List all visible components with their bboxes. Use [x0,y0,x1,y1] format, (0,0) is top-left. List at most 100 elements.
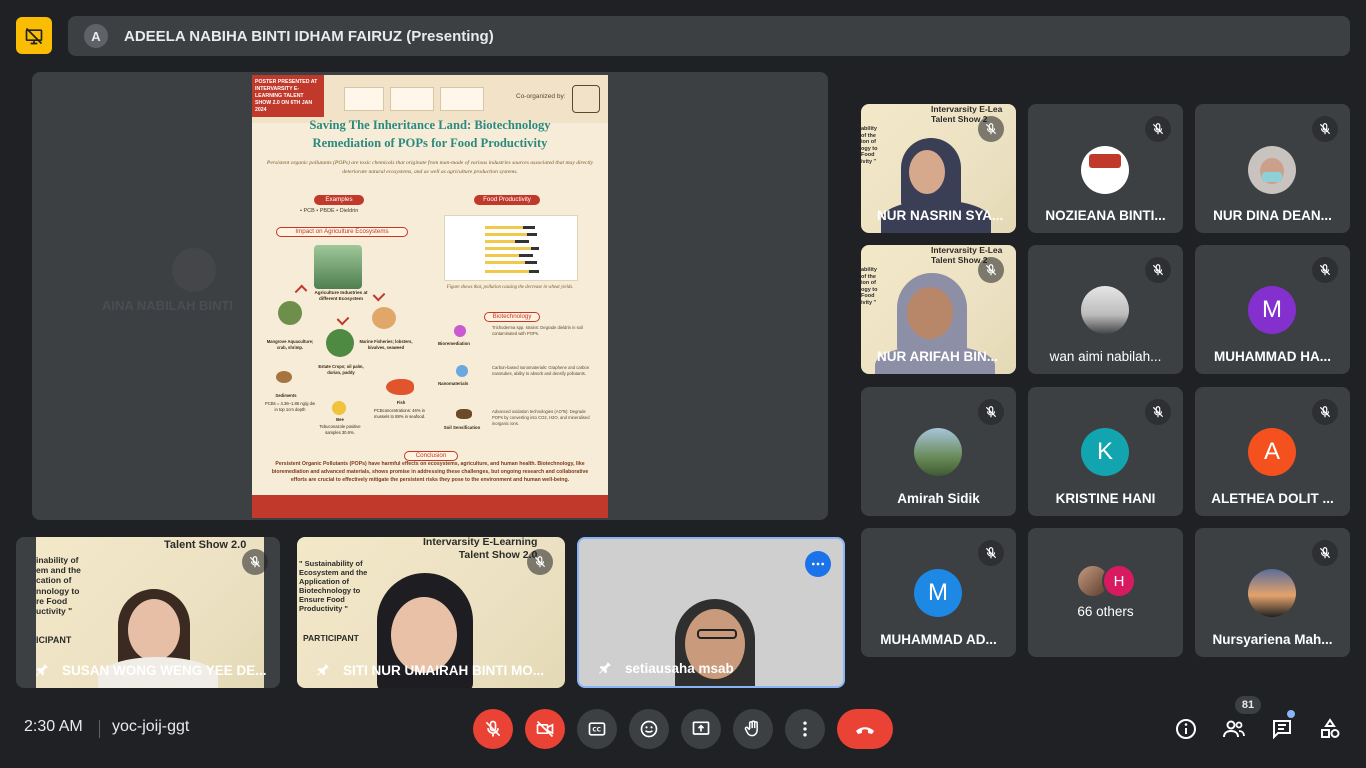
presenter-avatar: A [84,24,108,48]
presenter-name: ADEELA NABIHA BINTI IDHAM FAIRUZ (Presen… [124,27,494,45]
chat-button[interactable] [1266,713,1298,745]
more-options-toolbar-button[interactable] [785,709,825,749]
mic-off-icon [985,264,997,276]
info-icon [1176,719,1196,739]
participant-name: ALETHEA DOLIT ... [1211,491,1334,506]
estate-label: Estate Crops; oil palm, durian, paddy [318,364,364,375]
pin-icon[interactable] [597,660,613,676]
pinned-tile[interactable]: Intervarsity E-Learning Talent Show 2.0 … [297,537,565,688]
participant-avatar [1081,146,1129,194]
leave-call-button[interactable] [837,709,893,749]
mic-off-icon [1319,406,1331,418]
conclusion-text: Persistent Organic Pollutants (POPs) hav… [271,461,589,483]
pinned-tile[interactable]: Talent Show 2.0 inability of em and the … [16,537,280,688]
estate-illustration [326,329,354,357]
forest-label: Agriculture Industries at different Ecos… [314,290,368,302]
video-poster-side-text: inability of em and the cation of nnolog… [36,555,81,616]
mangrove-illustration [278,301,302,325]
mic-off-icon [485,720,501,737]
participant-name: KRISTINE HANI [1055,491,1156,506]
participant-name: MUHAMMAD HA... [1214,349,1331,364]
participant-name: Nursyariena Mah... [1212,632,1333,647]
mic-off-icon [985,123,997,135]
participant-tile[interactable]: NUR DINA DEAN... [1195,104,1350,233]
pin-icon[interactable] [34,662,50,678]
pinned-tile-speaking[interactable]: setiausaha msab [577,537,845,688]
people-icon [1223,720,1245,738]
participant-tile[interactable]: A ALETHEA DOLIT ... [1195,387,1350,516]
participant-avatar: K [1081,428,1129,476]
person-face [128,599,180,661]
fish-text: PCBconcentrations: 46% in mussels to 88%… [374,408,426,420]
mic-off-icon [1152,123,1164,135]
presentation-toggle-button[interactable] [16,17,52,54]
biotechnology-pill: Biotechnology [484,312,540,322]
participant-tile[interactable]: Nursyariena Mah... [1195,528,1350,657]
reactions-button[interactable] [629,709,669,749]
examples-list: • PCB • PBDE • Dieldrin [300,208,359,214]
others-count: 66 others [1077,604,1134,619]
nanomaterials-text: Carbon-based nanomaterials: Graphene and… [492,365,590,377]
soil-illustration [456,409,472,419]
person-face [391,597,457,673]
participant-name: SUSAN WONG WENG YEE DE... [62,663,267,678]
arrow-down [336,312,350,326]
participant-tile[interactable]: Amirah Sidik [861,387,1016,516]
present-off-icon [25,27,43,44]
participant-name: SITI NUR UMAIRAH BINTI MO... [343,663,544,678]
people-count-badge: 81 [1235,696,1261,714]
participant-avatar [914,428,962,476]
emoji-icon [640,720,658,738]
mic-off-indicator [1312,540,1338,566]
raise-hand-button[interactable] [733,709,773,749]
participant-avatar: M [1248,286,1296,334]
others-tile[interactable]: H 66 others [1028,528,1183,657]
mic-toggle-button[interactable] [473,709,513,749]
meeting-details-button[interactable] [1170,713,1202,745]
sediments-label: Sediments [275,393,297,398]
activities-button[interactable] [1314,713,1346,745]
participant-tile[interactable]: Intervarsity E-Lea Talent Show 2 ability… [861,245,1016,374]
participant-tile[interactable]: NOZIEANA BINTI... [1028,104,1183,233]
mic-off-indicator [527,549,553,575]
pin-icon[interactable] [315,662,331,678]
mic-off-indicator [978,116,1004,142]
presentation-stage[interactable]: AINA NABILAH BINTI POSTER PRESENTED AT I… [32,72,828,520]
participant-tile[interactable]: wan aimi nabilah... [1028,245,1183,374]
forest-illustration [314,245,362,289]
mic-off-indicator [1145,257,1171,283]
nanomaterials-illustration [456,365,468,377]
participant-name: MUHAMMAD AD... [880,632,997,647]
ghost-avatar [172,248,216,292]
video-poster-side-text: ability of the ion of ogy to Food ivity … [861,267,878,306]
chat-unread-dot [1287,710,1295,718]
participant-tile[interactable]: Intervarsity E-Lea Talent Show 2 ability… [861,104,1016,233]
participant-tile[interactable]: M MUHAMMAD HA... [1195,245,1350,374]
participant-name: wan aimi nabilah... [1049,349,1162,364]
bioremediation-label: Bioremediation [438,341,470,346]
more-options-button[interactable] [805,551,831,577]
poster-tag: POSTER PRESENTED AT INTERVARSITY E-LEARN… [252,75,324,117]
meeting-time: 2:30 AM [24,718,83,735]
person-face [907,287,953,339]
bee-text: Tebuconazole positive samples 30.6%. [319,424,361,436]
food-productivity-pill: Food Productivity [474,195,540,205]
mic-off-indicator [1312,116,1338,142]
bioremediation-text: Trichoderma spp. strains: Degrade dieldr… [492,325,583,337]
call-end-icon [856,727,874,734]
camera-off-icon [536,720,554,738]
meeting-code: yoc-joij-ggt [112,718,190,735]
camera-toggle-button[interactable] [525,709,565,749]
person-glasses [697,629,737,639]
present-now-button[interactable] [681,709,721,749]
participant-tile[interactable]: M MUHAMMAD AD... [861,528,1016,657]
mic-off-icon [249,556,261,568]
mic-off-icon [1319,123,1331,135]
captions-button[interactable]: CC [577,709,617,749]
mic-off-icon [534,556,546,568]
participant-avatar [1248,569,1296,617]
participant-tile[interactable]: K KRISTINE HANI [1028,387,1183,516]
people-button[interactable] [1218,713,1250,745]
mic-off-indicator [978,257,1004,283]
video-poster-side-text: ability of the ion of ogy to Food ivity … [861,126,878,165]
